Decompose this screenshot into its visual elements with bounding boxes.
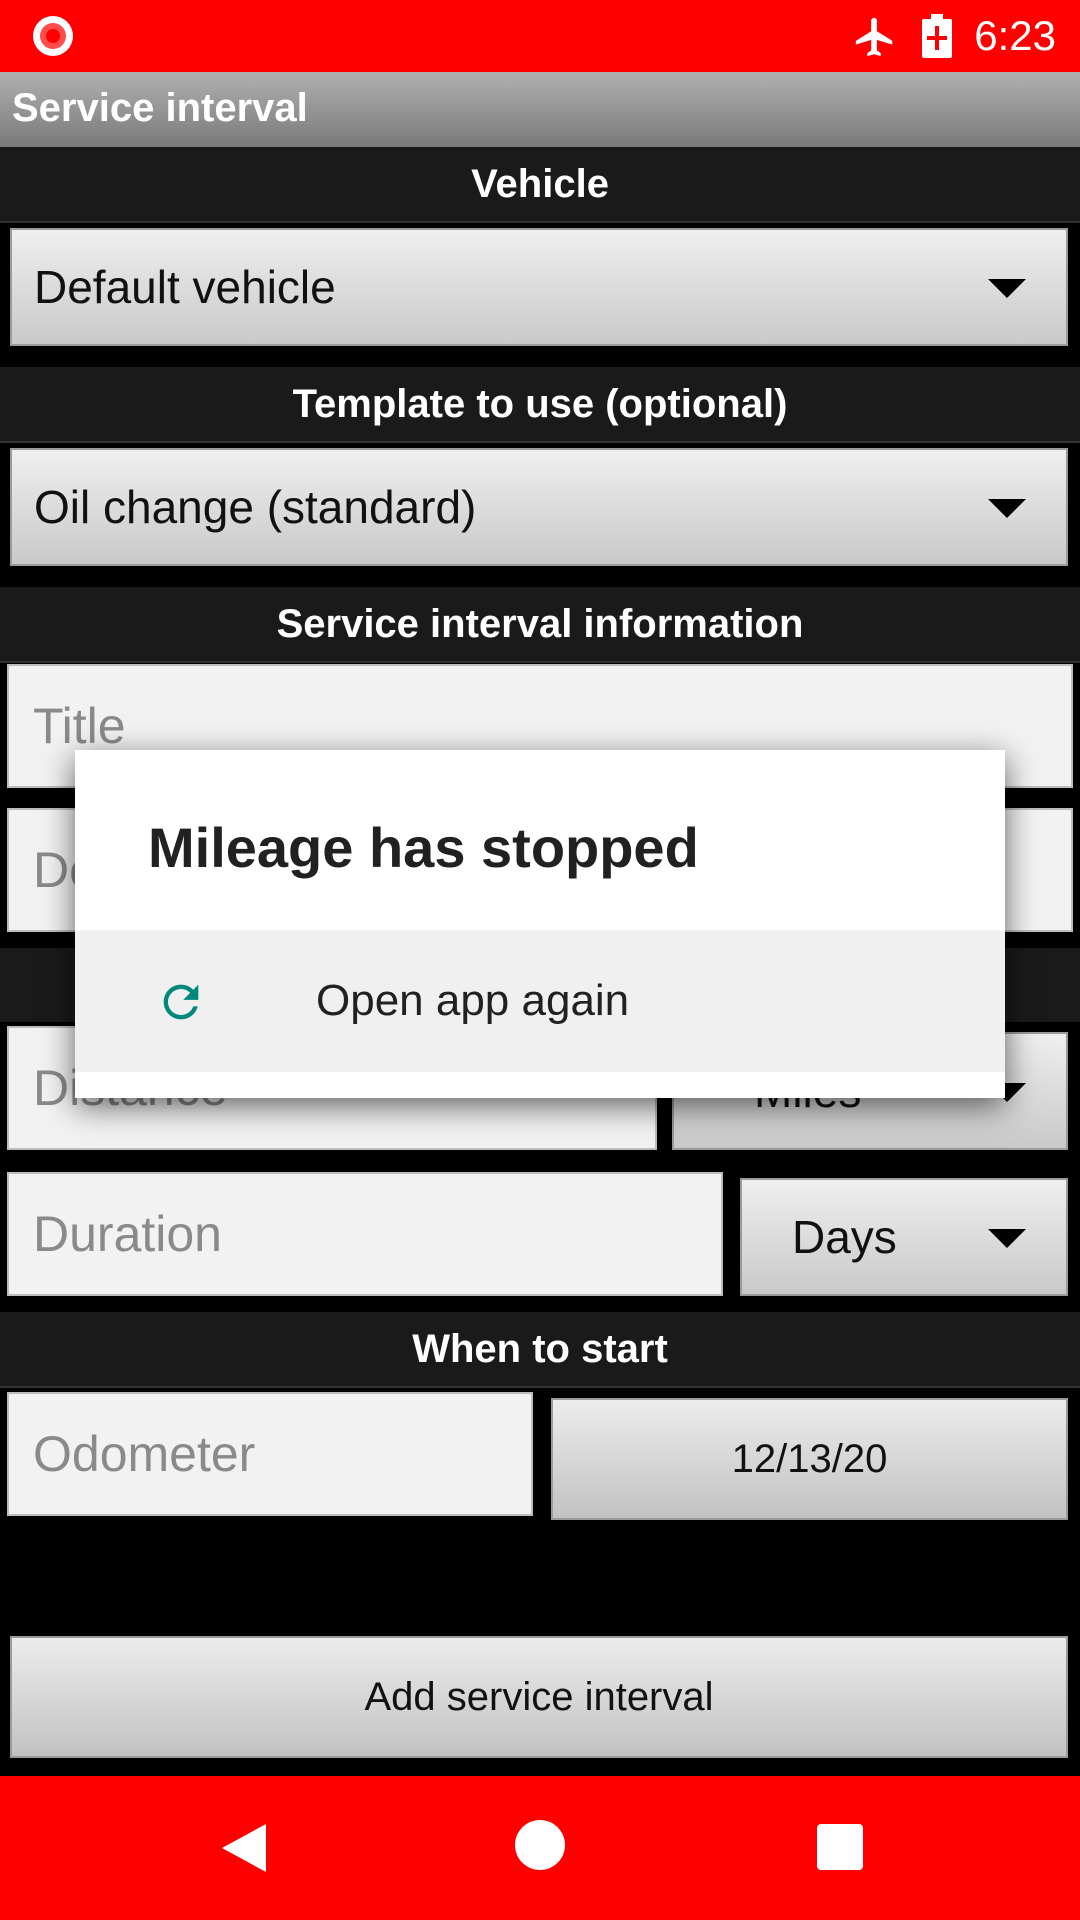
dropdown-arrow-icon — [988, 279, 1026, 298]
section-header-template: Template to use (optional) — [0, 367, 1080, 443]
odometer-placeholder: Odometer — [33, 1426, 256, 1482]
section-label: Service interval information — [276, 601, 804, 646]
section-header-start: When to start — [0, 1312, 1080, 1388]
dropdown-arrow-icon — [988, 1229, 1026, 1248]
action-bar: Service interval — [0, 72, 1080, 147]
section-label: Vehicle — [471, 161, 609, 206]
dialog-title: Mileage has stopped — [148, 816, 699, 879]
battery-charging-icon — [922, 14, 952, 58]
section-label: Template to use (optional) — [292, 381, 788, 426]
section-label: When to start — [412, 1326, 668, 1371]
open-app-again-button[interactable]: Open app again — [75, 930, 1005, 1072]
start-date-button[interactable]: 12/13/20 — [551, 1398, 1068, 1520]
duration-placeholder: Duration — [33, 1206, 222, 1262]
refresh-icon — [163, 984, 199, 1020]
record-icon — [33, 16, 73, 56]
duration-unit-spinner[interactable]: Days — [740, 1178, 1068, 1296]
add-service-interval-button[interactable]: Add service interval — [10, 1636, 1068, 1758]
template-spinner[interactable]: Oil change (standard) — [10, 448, 1068, 566]
home-icon[interactable] — [515, 1820, 565, 1870]
vehicle-spinner[interactable]: Default vehicle — [10, 228, 1068, 346]
start-date-value: 12/13/20 — [731, 1436, 888, 1481]
template-spinner-value: Oil change (standard) — [34, 481, 477, 533]
open-app-again-label: Open app again — [316, 976, 630, 1025]
status-bar: 6:23 — [0, 0, 1080, 72]
status-time: 6:23 — [974, 12, 1056, 59]
navigation-bar — [0, 1776, 1080, 1920]
vehicle-spinner-value: Default vehicle — [34, 261, 336, 313]
duration-field[interactable]: Duration — [7, 1172, 723, 1296]
odometer-field[interactable]: Odometer — [7, 1392, 533, 1516]
duration-unit-value: Days — [792, 1211, 897, 1263]
page-title: Service interval — [12, 86, 308, 130]
back-icon[interactable] — [216, 1820, 272, 1876]
add-button-label: Add service interval — [364, 1674, 714, 1719]
section-header-info: Service interval information — [0, 587, 1080, 663]
recents-icon[interactable] — [817, 1824, 863, 1870]
airplane-mode-icon — [855, 17, 893, 57]
app-stopped-dialog: Mileage has stopped Open app again — [75, 750, 1005, 1098]
section-header-vehicle: Vehicle — [0, 147, 1080, 223]
dropdown-arrow-icon — [988, 499, 1026, 518]
title-placeholder: Title — [33, 698, 126, 754]
